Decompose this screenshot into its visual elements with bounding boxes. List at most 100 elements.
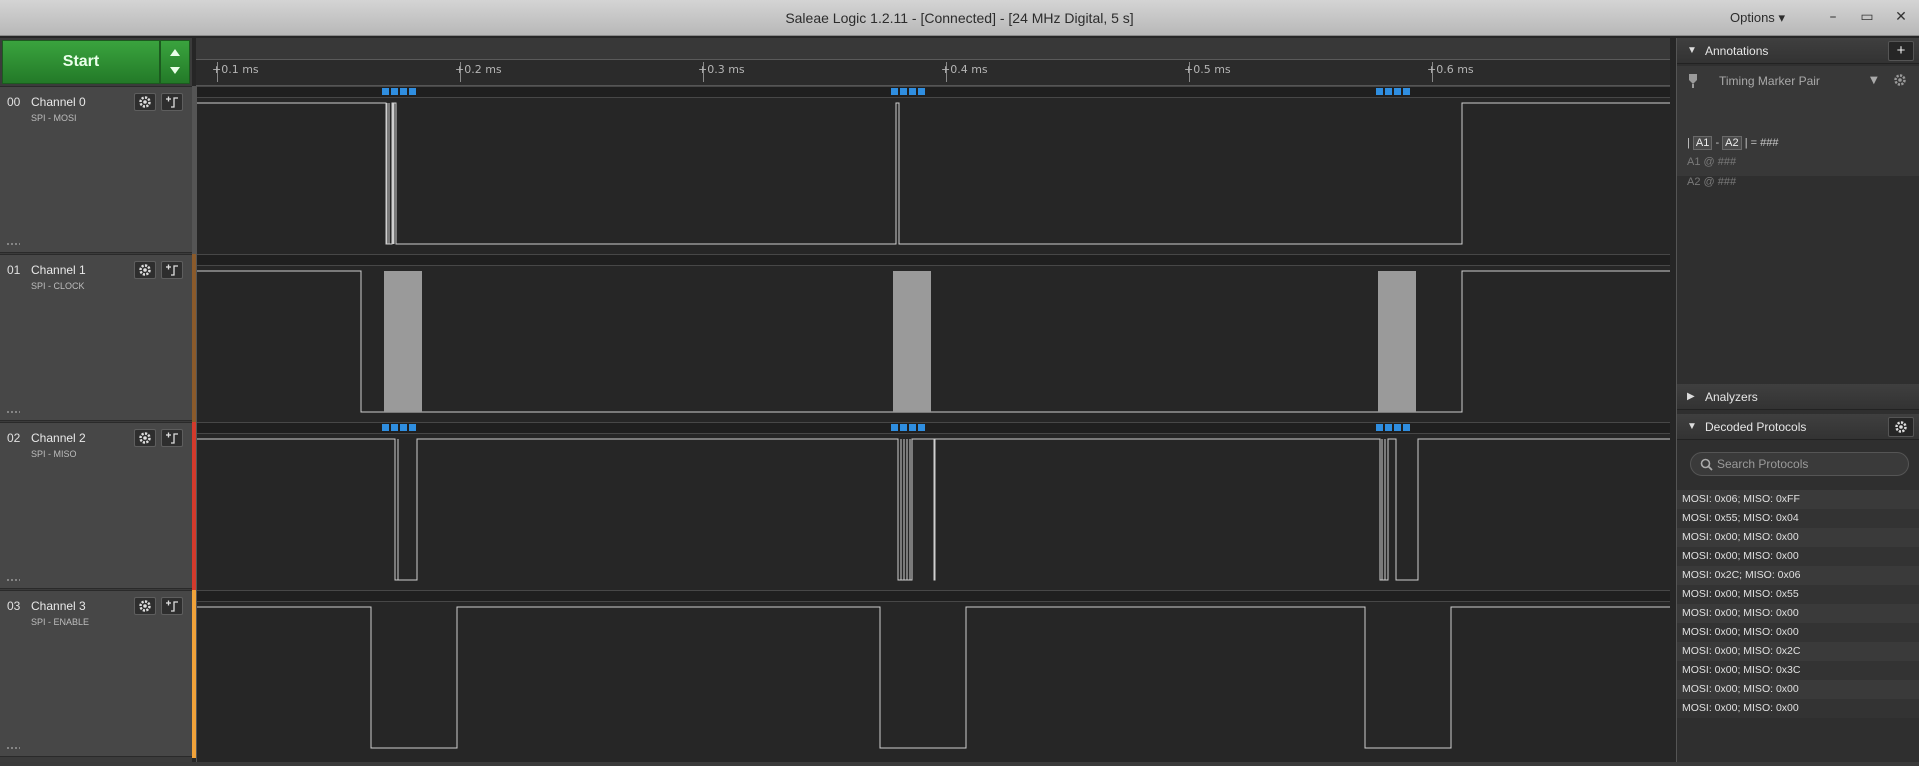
list-item[interactable]: MOSI: 0x00; MISO: 0x3C bbox=[1677, 661, 1919, 680]
time-ruler[interactable]: +0.1 ms +0.2 ms +0.3 ms +0.4 ms +0.5 ms … bbox=[196, 38, 1670, 86]
search-icon bbox=[1700, 458, 1713, 471]
ruler-tick-label: +0.1 ms bbox=[212, 63, 259, 76]
drag-handle[interactable] bbox=[6, 746, 20, 750]
trigger-edge-icon bbox=[166, 600, 178, 612]
status-bar bbox=[0, 762, 1919, 766]
drag-handle[interactable] bbox=[6, 242, 20, 246]
clock-burst bbox=[384, 271, 422, 412]
decode-marker bbox=[382, 424, 389, 431]
close-button[interactable]: ✕ bbox=[1888, 6, 1914, 28]
decode-marker bbox=[1394, 88, 1401, 95]
drag-handle[interactable] bbox=[6, 410, 20, 414]
formula-value: = ### bbox=[1750, 137, 1779, 149]
a1-tag[interactable]: A1 bbox=[1692, 136, 1713, 150]
decode-marker bbox=[891, 424, 898, 431]
decode-marker bbox=[1394, 424, 1401, 431]
collapse-triangle-icon: ▼ bbox=[1687, 45, 1697, 56]
channel-subtitle: SPI - MOSI bbox=[31, 113, 77, 123]
channel-name[interactable]: Channel 2 bbox=[31, 431, 86, 445]
gear-icon bbox=[139, 432, 151, 444]
channel-subtitle: SPI - ENABLE bbox=[31, 617, 90, 627]
marker-type-label[interactable]: Timing Marker Pair bbox=[1719, 74, 1820, 88]
list-item[interactable]: MOSI: 0x2C; MISO: 0x06 bbox=[1677, 566, 1919, 585]
annotations-title: Annotations bbox=[1705, 44, 1769, 58]
trigger-button[interactable] bbox=[161, 429, 183, 447]
time-overview-strip[interactable] bbox=[196, 38, 1670, 60]
trigger-edge-icon bbox=[166, 432, 178, 444]
list-item[interactable]: MOSI: 0x00; MISO: 0x2C bbox=[1677, 642, 1919, 661]
list-item[interactable]: MOSI: 0x00; MISO: 0x00 bbox=[1677, 604, 1919, 623]
list-item[interactable]: MOSI: 0x00; MISO: 0x00 bbox=[1677, 528, 1919, 547]
decode-marker bbox=[1385, 424, 1392, 431]
channel-3-panel[interactable]: 03 Channel 3 SPI - ENABLE bbox=[0, 590, 192, 757]
channel-1-panel[interactable]: 01 Channel 1 SPI - CLOCK bbox=[0, 254, 192, 421]
gear-icon[interactable] bbox=[1893, 73, 1907, 87]
analyzers-header[interactable]: ▶ Analyzers bbox=[1677, 384, 1919, 410]
ruler-tick-label: +0.2 ms bbox=[455, 63, 502, 76]
channel-name[interactable]: Channel 3 bbox=[31, 599, 86, 613]
channel-0-trace bbox=[196, 102, 1670, 245]
ruler-tick-label: +0.5 ms bbox=[1184, 63, 1231, 76]
list-item[interactable]: MOSI: 0x55; MISO: 0x04 bbox=[1677, 509, 1919, 528]
collapse-triangle-icon: ▼ bbox=[1687, 421, 1697, 432]
trigger-button[interactable] bbox=[161, 261, 183, 279]
a2-tag[interactable]: A2 bbox=[1722, 136, 1742, 150]
list-item[interactable]: MOSI: 0x00; MISO: 0x00 bbox=[1677, 680, 1919, 699]
options-menu[interactable]: Options ▾ bbox=[1730, 0, 1785, 36]
decode-marker bbox=[918, 88, 925, 95]
decode-marker bbox=[1403, 88, 1410, 95]
channel-name[interactable]: Channel 1 bbox=[31, 263, 86, 277]
channel-settings-button[interactable] bbox=[134, 429, 156, 447]
decoded-settings-button[interactable] bbox=[1888, 417, 1914, 437]
add-annotation-button[interactable]: + bbox=[1888, 41, 1914, 61]
chevron-down-icon[interactable]: ▼ bbox=[1870, 75, 1878, 86]
window-title: Saleae Logic 1.2.11 - [Connected] - [24 … bbox=[785, 10, 1134, 26]
gear-icon bbox=[139, 600, 151, 612]
channel-settings-button[interactable] bbox=[134, 93, 156, 111]
channel-2-panel[interactable]: 02 Channel 2 SPI - MISO bbox=[0, 422, 192, 589]
drag-handle[interactable] bbox=[6, 578, 20, 582]
chevron-down-icon: ▾ bbox=[1778, 10, 1785, 25]
channel-name[interactable]: Channel 0 bbox=[31, 95, 86, 109]
decode-marker bbox=[1403, 424, 1410, 431]
search-input[interactable] bbox=[1717, 455, 1903, 473]
ruler-tick-label: +0.4 ms bbox=[941, 63, 988, 76]
minimize-button[interactable]: – bbox=[1820, 6, 1846, 28]
decoded-protocols-title: Decoded Protocols bbox=[1705, 420, 1807, 434]
annotations-header[interactable]: ▼ Annotations + bbox=[1677, 38, 1919, 64]
trigger-button[interactable] bbox=[161, 597, 183, 615]
channel-settings-button[interactable] bbox=[134, 597, 156, 615]
channel-settings-button[interactable] bbox=[134, 261, 156, 279]
pin-icon bbox=[1689, 74, 1697, 88]
analyzers-title: Analyzers bbox=[1705, 390, 1758, 404]
list-item[interactable]: MOSI: 0x00; MISO: 0x00 bbox=[1677, 547, 1919, 566]
decode-marker bbox=[409, 424, 416, 431]
a1-position: A1 @ ### bbox=[1687, 156, 1737, 168]
gear-icon bbox=[1895, 421, 1907, 433]
decode-marker bbox=[400, 424, 407, 431]
restore-button[interactable]: ▭ bbox=[1854, 6, 1880, 28]
list-item[interactable]: MOSI: 0x00; MISO: 0x00 bbox=[1677, 699, 1919, 718]
decoded-protocols-list: MOSI: 0x06; MISO: 0xFF MOSI: 0x55; MISO: … bbox=[1677, 490, 1919, 718]
channel-subtitle: SPI - CLOCK bbox=[31, 281, 85, 291]
trigger-button[interactable] bbox=[161, 93, 183, 111]
up-down-arrows-icon bbox=[170, 49, 180, 74]
channel-0-panel[interactable]: 00 Channel 0 SPI - MOSI bbox=[0, 86, 192, 253]
trigger-edge-icon bbox=[166, 264, 178, 276]
ruler-tick-label: +0.6 ms bbox=[1427, 63, 1474, 76]
ruler-tick-label: +0.3 ms bbox=[698, 63, 745, 76]
start-button[interactable]: Start bbox=[2, 40, 160, 84]
search-box[interactable] bbox=[1690, 452, 1909, 476]
list-item[interactable]: MOSI: 0x00; MISO: 0x00 bbox=[1677, 623, 1919, 642]
list-item[interactable]: MOSI: 0x00; MISO: 0x55 bbox=[1677, 585, 1919, 604]
marker-formula: | A1 - A2 | = ### bbox=[1687, 136, 1779, 150]
clock-burst bbox=[1378, 271, 1416, 412]
decoded-protocols-header[interactable]: ▼ Decoded Protocols bbox=[1677, 414, 1919, 440]
decode-marker bbox=[909, 88, 916, 95]
title-bar: Saleae Logic 1.2.11 - [Connected] - [24 … bbox=[0, 0, 1919, 36]
list-item[interactable]: MOSI: 0x06; MISO: 0xFF bbox=[1677, 490, 1919, 509]
decode-marker bbox=[391, 424, 398, 431]
waveform-area[interactable] bbox=[196, 86, 1670, 762]
decode-marker bbox=[1376, 88, 1383, 95]
start-options-button[interactable] bbox=[160, 40, 190, 84]
